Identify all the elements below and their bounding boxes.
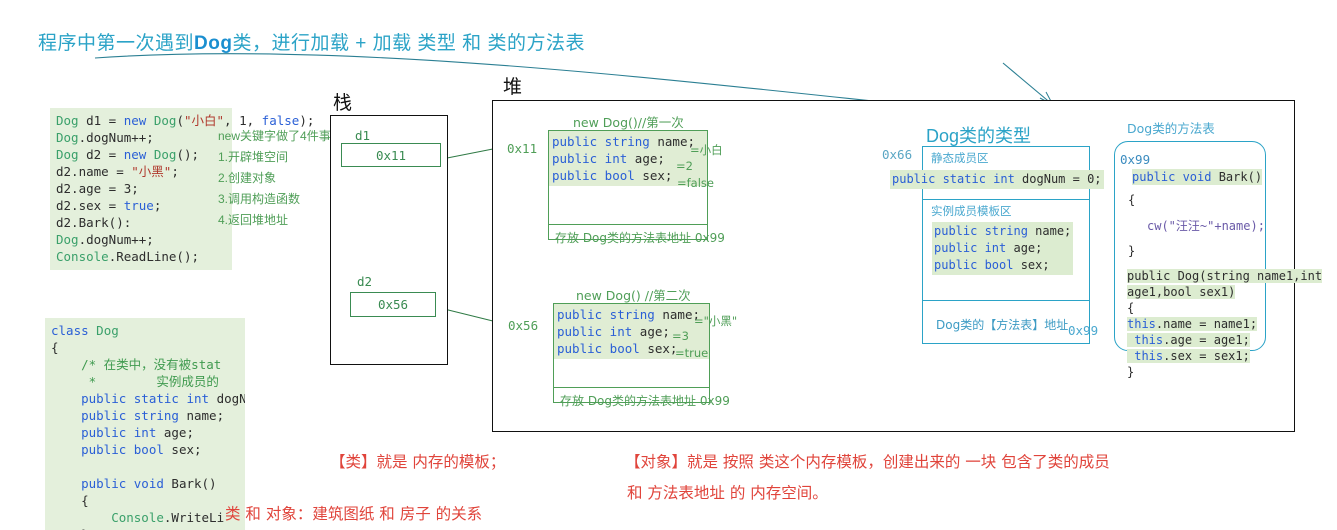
method-table-title: Dog类的方法表 (1127, 121, 1215, 136)
heap-object-2-footer: 存放 Dog类的方法表地址 0x99 (554, 387, 730, 413)
code-line: public string name; (51, 408, 225, 423)
class-type-address: 0x66 (882, 147, 913, 162)
ctor-line: this.sex = sex1; (1127, 349, 1250, 363)
heap-object-2-title: new Dog() //第二次 (576, 288, 691, 303)
stack-slot-name-d2: d2 (357, 274, 373, 289)
field-line: public bool sex; (552, 168, 673, 183)
notes-item-4: 4.返回堆地址 (218, 213, 289, 227)
method-table-brace-open: { (1128, 193, 1136, 207)
red-note-object-line1: 【对象】就是 按照 类这个内存模板，创建出来的 一块 包含了类的成员 (625, 453, 1110, 471)
code-line: public int age; (51, 425, 194, 440)
code-line: public void Bark() (51, 476, 217, 491)
code-line: public bool sex; (51, 442, 202, 457)
heap-object-1-value-age: =2 (676, 159, 693, 173)
notes-item-1: 1.开辟堆空间 (218, 150, 289, 164)
ctor-line: this.age = age1; (1127, 333, 1250, 347)
heap-object-2-value-sex: =true (675, 346, 709, 360)
code-line: * 实例成员的 (51, 374, 219, 389)
heap-label: 堆 (503, 77, 523, 98)
code-line: /* 在类中，没有被stat (51, 357, 222, 372)
stack-slot-name-d1: d1 (355, 128, 371, 143)
ctor-line: public Dog(string name1,int (1127, 269, 1323, 283)
class-type-instance-section-label: 实例成员模板区 (931, 204, 1012, 218)
class-type-instance-code: public string name; public int age; publ… (932, 222, 1074, 275)
heap-object-2-address: 0x56 (508, 318, 539, 333)
code-line: Console.ReadLine(); (56, 249, 199, 264)
code-line: Dog.dogNum++; (56, 130, 154, 145)
heap-object-1-value-sex: =false (677, 176, 714, 190)
code-line: d2.sex = true; (56, 198, 162, 213)
page-title: 程序中第一次遇到Dog类，进行加载 + 加载 类型 和 类的方法表 (38, 28, 585, 55)
method-table-address: 0x99 (1120, 152, 1151, 167)
notes-item-2: 2.创建对象 (218, 171, 277, 185)
class-type-divider-2 (923, 300, 1089, 301)
code-line: Dog d2 = new Dog(); (56, 147, 200, 162)
ctor-line: this.name = name1; (1127, 317, 1258, 331)
title-accent: Dog (194, 33, 233, 54)
notes-item-3: 3.调用构造函数 (218, 192, 301, 206)
code-line: { (51, 493, 89, 508)
heap-object-1-address: 0x11 (507, 141, 538, 156)
red-note-object-line2: 和 方法表地址 的 内存空间。 (627, 484, 828, 502)
class-type-title: Dog类的类型 (926, 126, 1032, 146)
class-type-method-table-label: Dog类的【方法表】地址 (936, 318, 1069, 332)
code-line: d2.age = 3; (56, 181, 139, 196)
method-table-bark-signature: public void Bark() (1132, 169, 1263, 185)
field-line: public string name; (557, 307, 700, 322)
heap-object-1-footer: 存放 Dog类的方法表地址 0x99 (549, 224, 725, 250)
code-line: Console.WriteLi (51, 510, 225, 525)
field-line: public int age; (557, 324, 670, 339)
field-line: public bool sex; (557, 341, 678, 356)
class-type-method-table-address: 0x99 (1068, 323, 1099, 338)
code-line: class Dog (51, 323, 119, 338)
heap-object-1-value-name: =小白 (690, 143, 723, 157)
method-table-constructor: public Dog(string name1,int age1,bool se… (1127, 268, 1323, 380)
code-line: Dog.dogNum++; (56, 232, 154, 247)
method-table-brace-close: } (1128, 244, 1136, 258)
field-line: public string name; (552, 134, 695, 149)
title-suffix: 类，进行加载 + 加载 类型 和 类的方法表 (232, 33, 585, 54)
heap-object-1-title: new Dog()//第一次 (573, 115, 684, 130)
ctor-line: { (1127, 301, 1135, 315)
class-type-static-code: public static int dogNum = 0; (890, 170, 1104, 189)
heap-object-2-value-age: =3 (672, 329, 689, 343)
class-definition-code-block: class Dog { /* 在类中，没有被stat * 实例成员的 publi… (45, 318, 245, 530)
stack-label: 栈 (333, 93, 353, 114)
new-keyword-notes: new关键字做了4件事 1.开辟堆空间 2.创建对象 3.调用构造函数 4.返回… (218, 126, 331, 231)
ctor-line: } (1127, 365, 1135, 379)
code-line: d2.name = "小黑"; (56, 164, 179, 179)
ctor-line: age1,bool sex1) (1127, 285, 1236, 299)
method-table-bark-body: cw("汪汪~"+name); (1147, 219, 1265, 233)
code-line: d2.Bark(): (56, 215, 132, 230)
stack-slot-value-d2: 0x56 (350, 292, 436, 317)
code-line: { (51, 340, 59, 355)
stack-slot-value-d1: 0x11 (341, 143, 441, 167)
field-line: public int age; (552, 151, 665, 166)
main-code-block: Dog d1 = new Dog("小白", 1, false); Dog.do… (50, 108, 314, 270)
heap-object-2-value-name: ="小黑" (694, 314, 738, 328)
title-prefix: 程序中第一次遇到 (38, 33, 195, 54)
red-note-class: 【类】就是 内存的模板； (330, 453, 506, 471)
notes-heading: new关键字做了4件事 (218, 129, 331, 143)
red-note-relation: 类 和 对象：建筑图纸 和 房子 的关系 (225, 505, 483, 523)
code-line: public static int dogNum = 0; (51, 391, 245, 406)
diagram-canvas: 程序中第一次遇到Dog类，进行加载 + 加载 类型 和 类的方法表 Dog d1… (0, 0, 1337, 530)
class-type-static-section-label: 静态成员区 (931, 151, 989, 165)
